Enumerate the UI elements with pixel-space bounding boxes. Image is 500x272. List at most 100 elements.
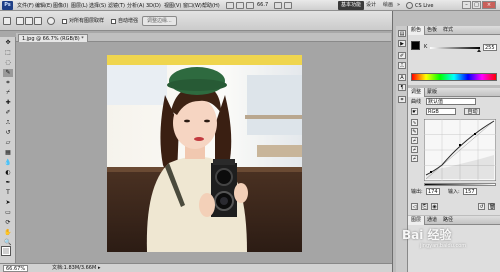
tab-layers[interactable]: 图层 [408,216,426,225]
add-selection-icon[interactable] [25,17,33,25]
quick-selection-tool-icon[interactable]: ✎ [3,69,13,77]
actions-panel-icon[interactable]: ▶ [398,40,406,47]
lasso-tool-icon[interactable]: ◌ [3,59,13,67]
gradient-tool-icon[interactable]: ▦ [3,149,13,157]
document-image[interactable] [107,55,302,252]
arrange-documents-icon[interactable] [274,2,282,9]
tab-adjust[interactable]: 调整 [408,88,426,97]
menu-file[interactable]: 文件(F) [17,2,34,10]
shape-tool-icon[interactable]: ▭ [3,209,13,217]
workspace-essentials[interactable]: 基本功能 [338,1,365,10]
fg-color-chip[interactable] [411,41,420,50]
black-point-eyedropper-icon[interactable]: ⌿ [411,137,418,144]
crop-tool-icon[interactable]: ⌗ [3,79,13,87]
zoom-level[interactable]: 66.7 [257,2,268,9]
tab-masks[interactable]: 蒙版 [424,88,440,97]
input-value-field[interactable]: 157 [463,188,477,195]
clone-stamp-tool-icon[interactable]: ⎍ [3,119,13,127]
3d-rotate-tool-icon[interactable]: ⟳ [3,219,13,227]
menu-layer[interactable]: 图层(L) [71,2,88,10]
app-logo[interactable]: Ps [2,1,13,10]
gray-value-field[interactable]: 255 [483,44,497,51]
character-panel-icon[interactable]: A [398,74,406,81]
trash-icon[interactable]: 🗑 [488,203,495,210]
blur-tool-icon[interactable]: 💧 [3,159,13,167]
close-icon[interactable]: × [482,1,496,9]
type-tool-icon[interactable]: T [3,189,13,197]
brush-panel-icon[interactable]: ✐ [398,52,406,59]
menu-3d[interactable]: 3D(D) [146,2,161,10]
path-selection-tool-icon[interactable]: ➤ [3,199,13,207]
paragraph-panel-icon[interactable]: ¶ [398,84,406,91]
hand-tool-icon[interactable]: ✋ [3,229,13,237]
menu-filter[interactable]: 滤镜(T) [108,2,125,10]
menu-edit[interactable]: 编辑(E) [35,2,52,10]
tab-paths[interactable]: 路径 [440,216,456,225]
channel-select[interactable]: RGB [426,108,456,115]
healing-tool-icon[interactable]: ✚ [3,99,13,107]
white-point-eyedropper-icon[interactable]: ⌿ [411,155,418,162]
auto-button[interactable]: 自动 [464,108,480,115]
clip-to-layer-icon[interactable]: ⎘ [421,203,428,210]
new-selection-icon[interactable] [16,17,24,25]
menu-view[interactable]: 视图(V) [164,2,181,10]
eraser-tool-icon[interactable]: ▱ [3,139,13,147]
refine-edge-button[interactable]: 调整边缘... [142,16,177,26]
menu-select[interactable]: 选择(S) [89,2,106,10]
menu-analysis[interactable]: 分析(A) [127,2,144,10]
point-edit-icon[interactable]: ∿ [411,119,418,126]
tab-color[interactable]: 颜色 [408,26,426,35]
menu-window[interactable]: 窗口(W) [183,2,202,10]
visibility-eye-icon[interactable]: ◉ [431,203,438,210]
hand-icon[interactable] [246,2,254,9]
clone-source-icon[interactable]: ⎍ [398,62,406,69]
marquee-tool-icon[interactable]: ⬚ [3,49,13,57]
workspace-more-icon[interactable]: » [397,2,400,9]
history-panel-icon[interactable]: ▤ [398,30,406,37]
curves-preset-select[interactable]: 默认值 [426,98,476,105]
mini-bridge-icon[interactable] [236,2,244,9]
workspace-design[interactable]: 设计 [363,1,379,10]
dodge-tool-icon[interactable]: ◐ [3,169,13,177]
eyedropper-tool-icon[interactable]: ⌿ [3,89,13,97]
history-brush-tool-icon[interactable]: ↺ [3,129,13,137]
color-spectrum-ramp[interactable] [411,73,497,81]
reset-icon[interactable]: ↺ [478,203,485,210]
brush-tool-icon[interactable]: ✐ [3,109,13,117]
brush-size-icon[interactable] [47,17,55,25]
subtract-selection-icon[interactable] [34,17,42,25]
auto-enhance-checkbox[interactable] [111,19,116,24]
tab-swatches[interactable]: 色板 [424,26,440,35]
sample-all-layers-checkbox[interactable] [62,19,67,24]
status-zoom-field[interactable]: 66.67% [3,265,29,272]
screen-mode-icon[interactable] [284,2,292,9]
maximize-icon[interactable]: □ [472,1,481,9]
tool-presets-icon[interactable]: ⌗ [398,96,406,103]
menu-help[interactable]: 帮助(H) [202,2,220,10]
gray-slider-knob[interactable] [477,49,481,52]
menu-image[interactable]: 图像(I) [53,2,68,10]
bridge-icon[interactable] [226,2,234,9]
cs-live-icon[interactable] [406,2,413,9]
output-value-field[interactable]: 174 [426,188,440,195]
pen-tool-icon[interactable]: ✒ [3,179,13,187]
curves-graph[interactable] [424,119,496,181]
workspace-painting[interactable]: 绘画 [380,1,396,10]
move-tool-icon[interactable]: ✥ [3,39,13,47]
input-gradient-bar [424,183,496,186]
curves-title: 曲线 [411,99,422,105]
status-arrow-icon[interactable]: ▸ [98,265,101,272]
target-adjust-icon[interactable]: ☛ [411,108,418,115]
foreground-color-swatch[interactable] [1,246,11,256]
return-to-list-icon[interactable]: ◁ [411,203,418,210]
gray-slider[interactable] [430,47,480,49]
tab-styles[interactable]: 样式 [440,26,456,35]
document-tab[interactable]: 1.jpg @ 66.7% (RGB/8) * [18,34,88,42]
zoom-tool-icon[interactable]: 🔍 [3,239,13,247]
cs-live-label[interactable]: CS Live [415,2,433,10]
gray-point-eyedropper-icon[interactable]: ⌿ [411,146,418,153]
minimize-icon[interactable]: – [462,1,471,9]
tab-channels[interactable]: 通道 [424,216,440,225]
tool-preset-icon[interactable] [3,17,11,25]
pencil-draw-icon[interactable]: ✎ [411,128,418,135]
